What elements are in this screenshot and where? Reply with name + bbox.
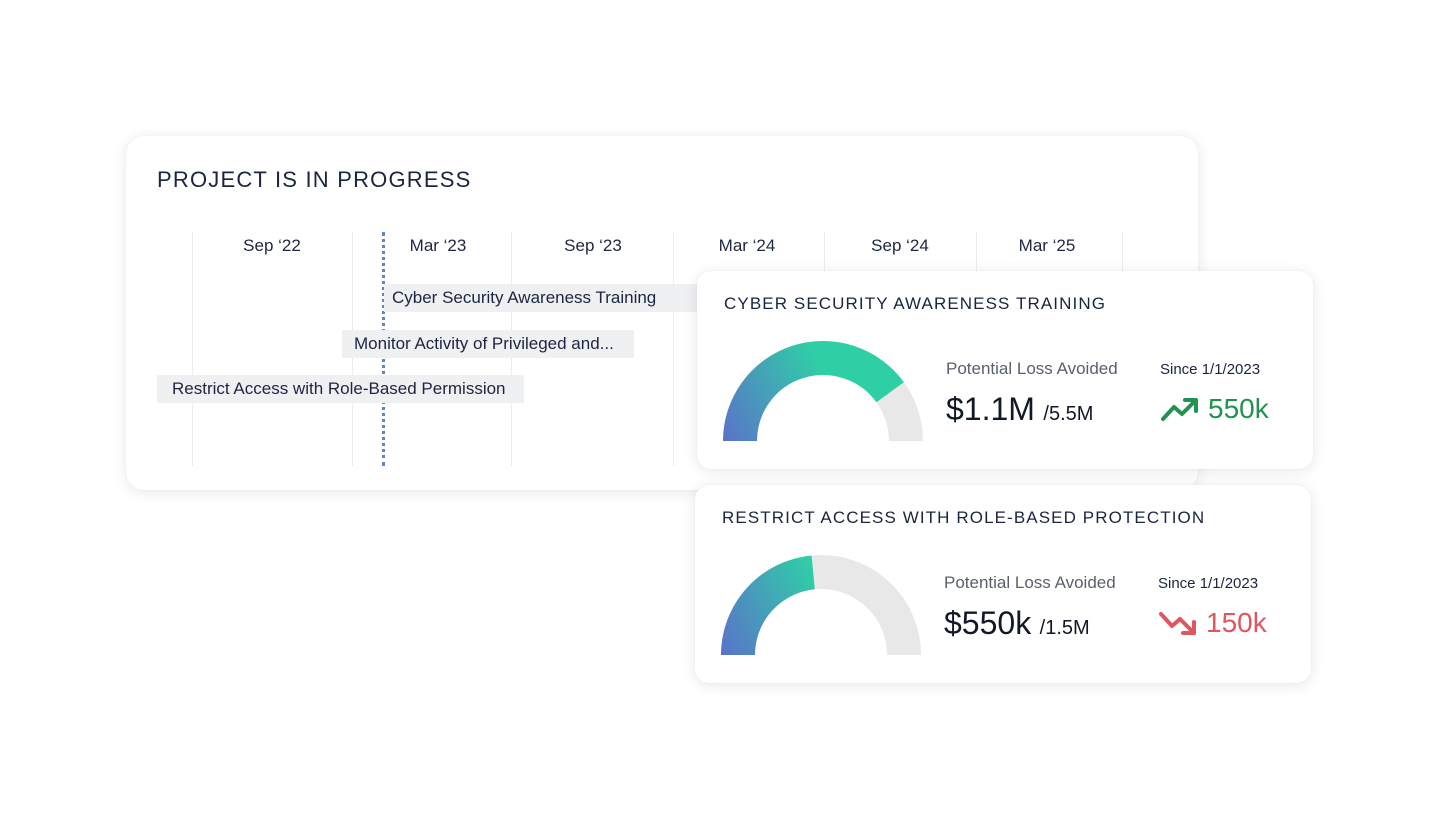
loss-value-group: $550k /1.5M <box>944 605 1090 642</box>
period-label-mar-25: Mar ‘25 <box>1018 236 1076 255</box>
loss-value: $1.1M <box>946 391 1035 427</box>
task-bar-label: Monitor Activity of Privileged and... <box>354 334 614 353</box>
delta-group: 150k <box>1158 607 1267 639</box>
delta-value: 150k <box>1206 607 1267 638</box>
timeline-gridline <box>673 232 674 466</box>
trend-up-icon <box>1161 398 1198 421</box>
loss-label: Potential Loss Avoided <box>946 359 1118 378</box>
task-bar-label: Cyber Security Awareness Training <box>392 288 657 307</box>
period-label-mar-24: Mar ‘24 <box>718 236 776 255</box>
metric-card-cyber-security[interactable]: CYBER SECURITY AWARENESS TRAINING Potent… <box>697 271 1313 469</box>
task-bar-monitor-privileged[interactable]: Monitor Activity of Privileged and... <box>342 330 634 358</box>
metric-card-title: CYBER SECURITY AWARENESS TRAINING <box>724 294 1107 313</box>
task-bar-label: Restrict Access with Role-Based Permissi… <box>172 379 506 398</box>
period-label-sep-22: Sep ‘22 <box>243 236 301 255</box>
period-label-mar-23: Mar ‘23 <box>409 236 467 255</box>
progress-gauge <box>721 555 921 655</box>
loss-total: /1.5M <box>1039 617 1090 639</box>
task-bar-restrict-access[interactable]: Restrict Access with Role-Based Permissi… <box>157 375 524 403</box>
loss-total: /5.5M <box>1043 403 1094 425</box>
period-label-sep-24: Sep ‘24 <box>871 236 929 255</box>
period-label-sep-23: Sep ‘23 <box>564 236 622 255</box>
timeline-title: PROJECT IS IN PROGRESS <box>157 167 472 192</box>
progress-gauge <box>723 341 923 441</box>
timeline-gridline <box>192 232 193 466</box>
gauge-fill <box>723 341 904 441</box>
delta-group: 550k <box>1160 393 1269 425</box>
loss-value-group: $1.1M /5.5M <box>946 391 1093 428</box>
loss-value: $550k <box>944 605 1032 641</box>
metric-card-restrict-access[interactable]: RESTRICT ACCESS WITH ROLE-BASED PROTECTI… <box>695 485 1311 683</box>
since-label: Since 1/1/2023 <box>1160 361 1261 378</box>
gauge-fill <box>721 555 816 655</box>
delta-value: 550k <box>1208 393 1269 424</box>
loss-label: Potential Loss Avoided <box>944 573 1116 592</box>
since-label: Since 1/1/2023 <box>1158 575 1259 592</box>
metric-card-title: RESTRICT ACCESS WITH ROLE-BASED PROTECTI… <box>722 508 1206 527</box>
trend-down-icon <box>1159 612 1196 635</box>
